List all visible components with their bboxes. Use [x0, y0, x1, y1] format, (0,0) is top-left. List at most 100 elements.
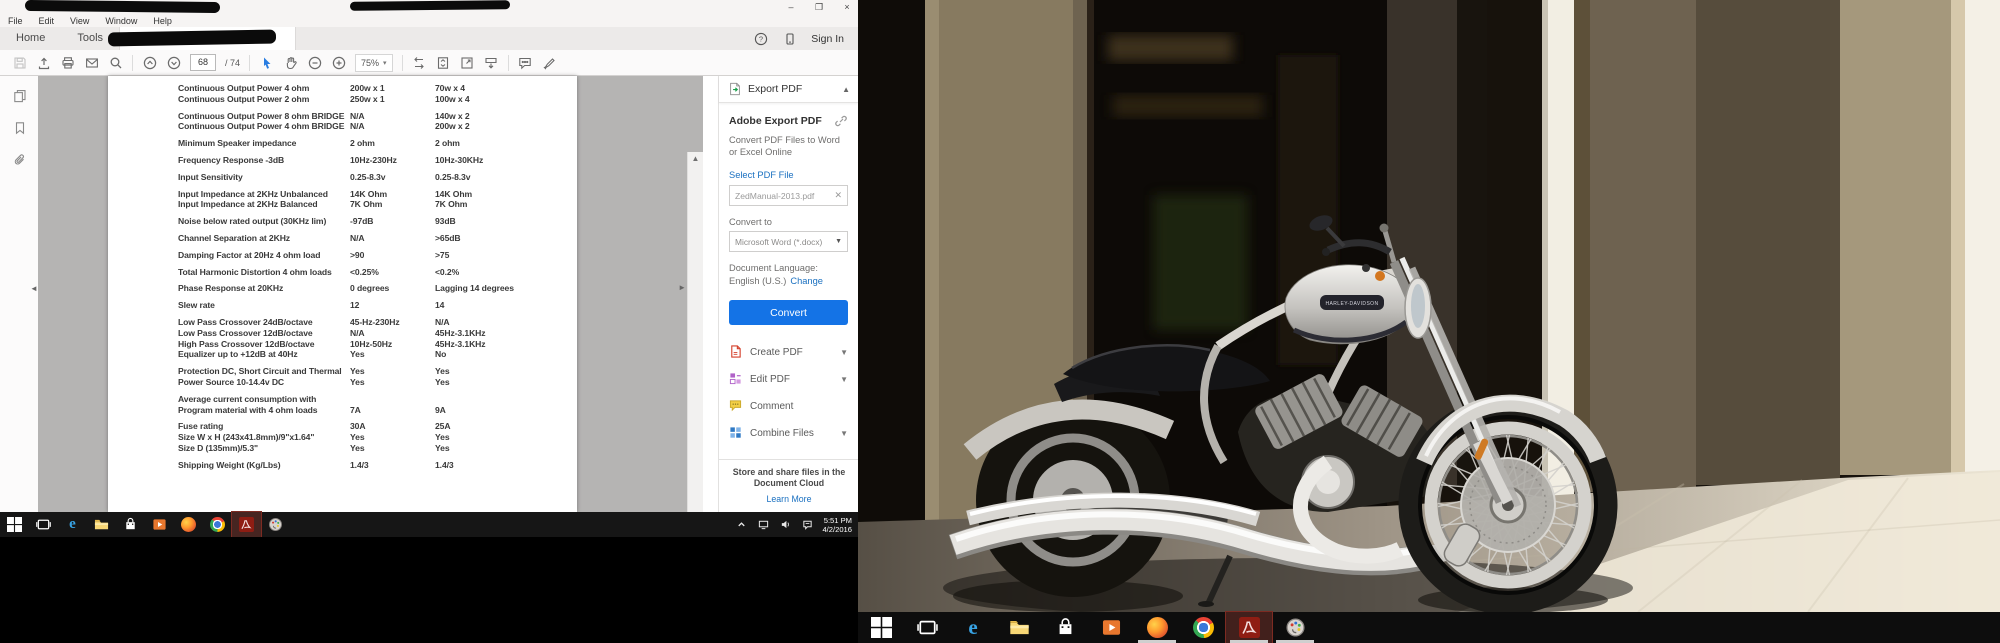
spec-row: Size D (135mm)/5.3"YesYes [108, 443, 577, 454]
spec-cell: Lagging 14 degrees [435, 283, 514, 294]
mobile-device-icon[interactable] [782, 31, 797, 46]
close-button[interactable]: × [840, 2, 854, 12]
export-pdf-label: Export PDF [748, 83, 802, 95]
search-icon[interactable] [108, 55, 123, 70]
taskbar-firefox-icon[interactable] [1134, 612, 1180, 643]
panel-tool-create-pdf[interactable]: Create PDF▼ [729, 339, 848, 366]
taskbar-store-icon[interactable] [1042, 612, 1088, 643]
taskbar-paint-icon[interactable] [261, 512, 290, 537]
restore-button[interactable]: ❐ [812, 2, 826, 13]
tab-home[interactable]: Home [0, 27, 61, 50]
minimize-button[interactable]: – [784, 2, 798, 12]
taskbar-edge-icon[interactable]: e [950, 612, 996, 643]
convert-format-dropdown[interactable]: Microsoft Word (*.docx) ▼ [729, 231, 848, 252]
page-total-label: / 74 [225, 58, 240, 68]
fill-sign-icon[interactable] [542, 55, 557, 70]
action-center-icon[interactable] [800, 517, 815, 532]
menu-file[interactable]: File [0, 16, 31, 26]
spec-row: High Pass Crossover 12dB/octave10Hz-50Hz… [108, 339, 577, 350]
collapse-sidebar-arrow[interactable]: ◄ [30, 284, 38, 293]
menu-window[interactable]: Window [97, 16, 145, 26]
taskbar-paint-icon[interactable] [1272, 612, 1318, 643]
taskbar-chrome-icon[interactable] [1180, 612, 1226, 643]
spec-cell: Yes [435, 366, 450, 377]
taskbar-explorer-icon[interactable] [996, 612, 1042, 643]
network-icon[interactable] [756, 517, 771, 532]
help-icon[interactable]: ? [753, 31, 768, 46]
spec-cell: 93dB [435, 216, 456, 227]
document-cloud-text: Store and share files in the Document Cl… [725, 467, 853, 489]
share-upload-icon[interactable] [36, 55, 51, 70]
spec-row: Damping Factor at 20Hz 4 ohm load>90>75 [108, 250, 577, 261]
taskbar-edge-icon[interactable]: e [58, 512, 87, 537]
spec-row: Noise below rated output (30KHz lim)-97d… [108, 216, 577, 227]
taskbar-movies-icon[interactable] [145, 512, 174, 537]
spec-row: Low Pass Crossover 12dB/octaveN/A45Hz-3.… [108, 328, 577, 339]
taskbar-chrome-icon[interactable] [203, 512, 232, 537]
spec-cell: Power Source 10-14.4v DC [178, 377, 350, 388]
taskbar-acrobat-icon[interactable] [232, 512, 261, 537]
clear-file-icon[interactable]: ✕ [834, 190, 842, 201]
taskbar-firefox-icon[interactable] [174, 512, 203, 537]
taskbar-acrobat-icon[interactable] [1226, 612, 1272, 643]
taskbar-taskview-icon[interactable] [904, 612, 950, 643]
vertical-scrollbar[interactable]: ▲ ▼ [687, 152, 703, 537]
change-language-link[interactable]: Change [790, 276, 823, 286]
sign-in-button[interactable]: Sign In [811, 33, 844, 45]
email-icon[interactable] [84, 55, 99, 70]
selected-file-box[interactable]: ZedManual-2013.pdf ✕ [729, 185, 848, 206]
spec-row: Phase Response at 20KHz0 degreesLagging … [108, 283, 577, 294]
zoom-out-icon[interactable] [307, 55, 322, 70]
export-pdf-icon [727, 82, 742, 97]
panel-tool-combine-files[interactable]: Combine Files▼ [729, 420, 848, 447]
spec-cell: Shipping Weight (Kg/Lbs) [178, 460, 350, 471]
scroll-up-arrow[interactable]: ▲ [688, 154, 703, 163]
taskbar-movies-icon[interactable] [1088, 612, 1134, 643]
save-icon[interactable] [12, 55, 27, 70]
zoom-level-dropdown[interactable]: 75%▾ [355, 54, 393, 72]
taskbar-start-icon[interactable] [858, 612, 904, 643]
panel-tool-edit-pdf[interactable]: Edit PDF▼ [729, 366, 848, 393]
read-mode-icon[interactable] [484, 55, 499, 70]
select-pdf-file-link[interactable]: Select PDF File [729, 170, 848, 180]
taskbar-store-icon[interactable] [116, 512, 145, 537]
fit-page-icon[interactable] [436, 55, 451, 70]
page-number-input[interactable]: 68 [190, 54, 216, 71]
spec-cell: Input Impedance at 2KHz Balanced [178, 199, 350, 210]
chevron-up-icon[interactable]: ▲ [842, 85, 850, 94]
tray-chevron-icon[interactable] [734, 517, 749, 532]
menu-help[interactable]: Help [145, 16, 180, 26]
bookmarks-icon[interactable] [12, 120, 27, 135]
zoom-in-icon[interactable] [331, 55, 346, 70]
acrobat-window: – ❐ × FileEditViewWindowHelp Home Tools … [0, 0, 858, 537]
print-icon[interactable] [60, 55, 75, 70]
scrolling-view-icon[interactable] [412, 55, 427, 70]
spec-cell: Continuous Output Power 4 ohm BRIDGE [178, 121, 350, 132]
menu-view[interactable]: View [62, 16, 97, 26]
tray-clock[interactable]: 5:51 PM 4/2/2016 [822, 516, 852, 534]
hand-tool-icon[interactable] [283, 55, 298, 70]
spec-cell: Average current consumption with [178, 394, 350, 405]
taskbar-explorer-icon[interactable] [87, 512, 116, 537]
panel-tool-comment[interactable]: Comment [729, 393, 848, 420]
next-page-icon[interactable] [166, 55, 181, 70]
learn-more-link[interactable]: Learn More [725, 494, 853, 504]
tank-badge: HARLEY-DAVIDSON [1326, 301, 1379, 307]
volume-icon[interactable] [778, 517, 793, 532]
menu-edit[interactable]: Edit [31, 16, 63, 26]
previous-page-icon[interactable] [142, 55, 157, 70]
page-thumbnails-icon[interactable] [12, 88, 27, 103]
fullscreen-icon[interactable] [460, 55, 475, 70]
spec-row: Frequency Response -3dB10Hz-230Hz10Hz-30… [108, 155, 577, 166]
taskbar-start-icon[interactable] [0, 512, 29, 537]
taskbar-taskview-icon[interactable] [29, 512, 58, 537]
comment-tool-icon[interactable] [518, 55, 533, 70]
link-icon [833, 113, 848, 128]
attachments-icon[interactable] [12, 152, 27, 167]
expand-panel-arrow[interactable]: ► [678, 283, 686, 292]
export-pdf-header[interactable]: Export PDF ▲ [719, 76, 858, 103]
tab-document[interactable] [119, 27, 296, 50]
convert-button[interactable]: Convert [729, 300, 848, 325]
taskbar-right: e [858, 612, 2000, 643]
select-tool-icon[interactable] [259, 55, 274, 70]
